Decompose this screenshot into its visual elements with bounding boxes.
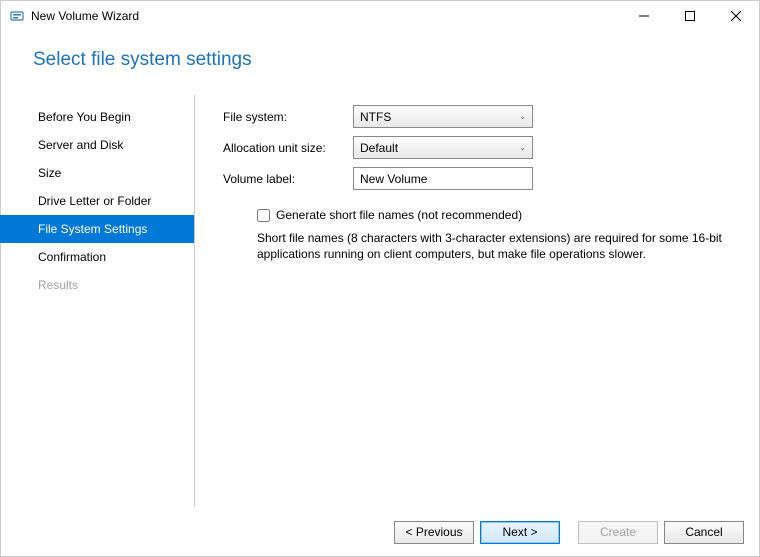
allocation-unit-value: Default (360, 141, 398, 155)
window-title: New Volume Wizard (31, 9, 139, 23)
wizard-sidebar: Before You BeginServer and DiskSizeDrive… (0, 95, 195, 507)
allocation-unit-label: Allocation unit size: (223, 141, 353, 155)
short-file-names-label[interactable]: Generate short file names (not recommend… (276, 208, 522, 222)
file-system-value: NTFS (360, 110, 391, 124)
short-file-names-checkbox[interactable] (257, 209, 270, 222)
close-button[interactable] (713, 1, 759, 31)
file-system-label: File system: (223, 110, 353, 124)
nav-item-file-system-settings[interactable]: File System Settings (0, 215, 194, 243)
app-icon (9, 8, 25, 24)
chevron-down-icon: ⌄ (519, 112, 526, 121)
nav-item-before-you-begin[interactable]: Before You Begin (0, 103, 194, 131)
short-file-names-description: Short file names (8 characters with 3-ch… (257, 230, 732, 262)
volume-label-input[interactable] (353, 167, 533, 190)
titlebar: New Volume Wizard (1, 1, 759, 31)
nav-item-drive-letter-or-folder[interactable]: Drive Letter or Folder (0, 187, 194, 215)
nav-item-size[interactable]: Size (0, 159, 194, 187)
page-title: Select file system settings (33, 49, 759, 71)
next-button[interactable]: Next > (480, 521, 560, 544)
file-system-dropdown[interactable]: NTFS ⌄ (353, 105, 533, 128)
cancel-button[interactable]: Cancel (664, 521, 744, 544)
volume-label-label: Volume label: (223, 172, 353, 186)
nav-item-server-and-disk[interactable]: Server and Disk (0, 131, 194, 159)
nav-item-results: Results (0, 271, 194, 299)
previous-button[interactable]: < Previous (394, 521, 474, 544)
wizard-main: File system: NTFS ⌄ Allocation unit size… (195, 95, 760, 507)
maximize-button[interactable] (667, 1, 713, 31)
page-header: Select file system settings (1, 31, 759, 83)
create-button[interactable]: Create (578, 521, 658, 544)
minimize-button[interactable] (621, 1, 667, 31)
allocation-unit-dropdown[interactable]: Default ⌄ (353, 136, 533, 159)
nav-item-confirmation[interactable]: Confirmation (0, 243, 194, 271)
wizard-footer: < Previous Next > Create Cancel (0, 507, 760, 557)
chevron-down-icon: ⌄ (519, 143, 526, 152)
